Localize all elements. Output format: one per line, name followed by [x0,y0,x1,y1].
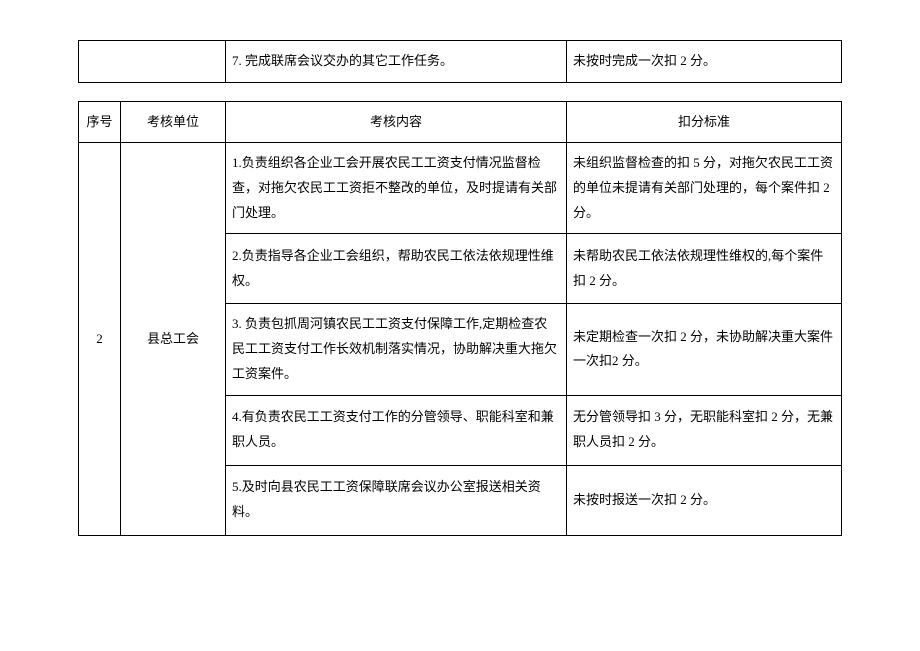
row-standard-cell: 无分管领导扣 3 分，无职能科室扣 2 分，无兼职人员扣 2 分。 [567,395,842,465]
header-standard: 扣分标准 [567,101,842,143]
row-standard-cell: 未组织监督检查的扣 5 分，对拖欠农民工工资的单位未提请有关部门处理的，每个案件… [567,143,842,234]
row-standard-cell: 未按时报送一次扣 2 分。 [567,465,842,535]
header-unit: 考核单位 [121,101,226,143]
table-row: 2 县总工会 1.负责组织各企业工会开展农民工工资支付情况监督检查，对拖欠农民工… [79,143,842,234]
row-content-cell: 1.负责组织各企业工会开展农民工工资支付情况监督检查，对拖欠农民工工资拒不整改的… [226,143,567,234]
row-index-cell: 2 [79,143,121,535]
top-fragment-row: 7. 完成联席会议交办的其它工作任务。 未按时完成一次扣 2 分。 [79,41,842,83]
top-fragment-unit-cell [121,41,226,83]
row-standard-cell: 未定期检查一次扣 2 分，未协助解决重大案件一次扣2 分。 [567,304,842,395]
row-content-cell: 3. 负责包抓周河镇农民工工资支付保障工作,定期检查农民工工资支付工作长效机制落… [226,304,567,395]
row-unit-cell: 县总工会 [121,143,226,535]
top-fragment-content-cell: 7. 完成联席会议交办的其它工作任务。 [226,41,567,83]
top-fragment-index-cell [79,41,121,83]
header-content: 考核内容 [226,101,567,143]
main-table: 序号 考核单位 考核内容 扣分标准 2 县总工会 1.负责组织各企业工会开展农民… [78,101,842,536]
row-content-cell: 2.负责指导各企业工会组织，帮助农民工依法依规理性维权。 [226,234,567,304]
header-index: 序号 [79,101,121,143]
top-fragment-table: 7. 完成联席会议交办的其它工作任务。 未按时完成一次扣 2 分。 [78,40,842,83]
table-header-row: 序号 考核单位 考核内容 扣分标准 [79,101,842,143]
top-fragment-standard-cell: 未按时完成一次扣 2 分。 [567,41,842,83]
row-content-cell: 5.及时向县农民工工资保障联席会议办公室报送相关资料。 [226,465,567,535]
row-standard-cell: 未帮助农民工依法依规理性维权的,每个案件扣 2 分。 [567,234,842,304]
row-content-cell: 4.有负责农民工工资支付工作的分管领导、职能科室和兼职人员。 [226,395,567,465]
